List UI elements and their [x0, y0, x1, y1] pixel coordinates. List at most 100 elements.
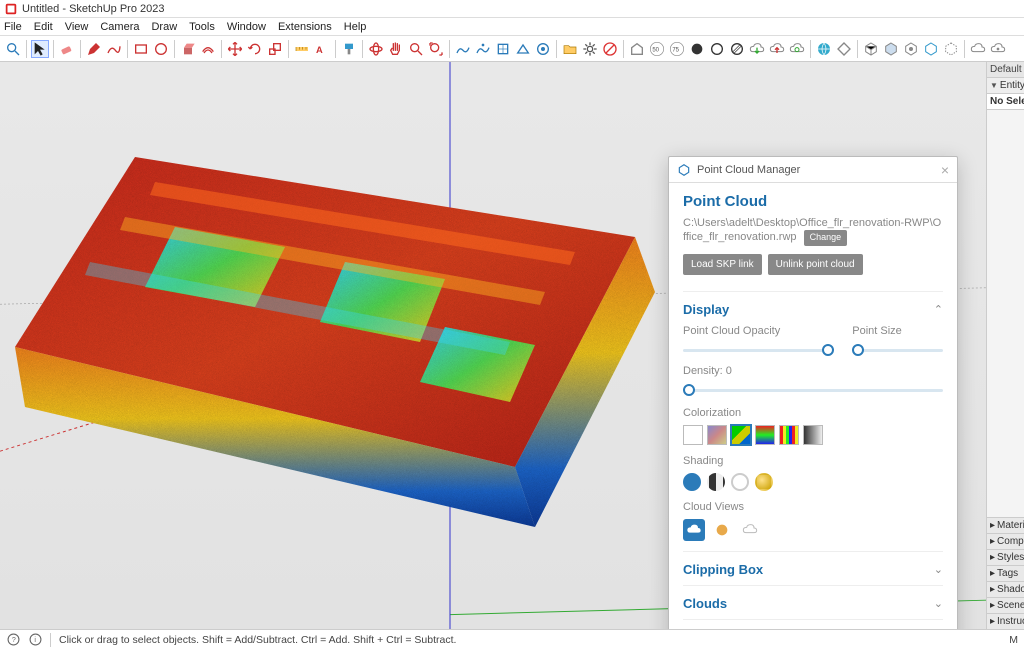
search-icon[interactable] [4, 40, 22, 58]
cloudview-sketch[interactable] [739, 519, 761, 541]
tray-item-instructor[interactable]: ▸Instructor [987, 613, 1024, 629]
cube3-icon[interactable] [902, 40, 920, 58]
shading-flat[interactable] [683, 473, 701, 491]
cube5-icon[interactable] [942, 40, 960, 58]
shading-half[interactable] [707, 473, 725, 491]
cube4-icon[interactable] [922, 40, 940, 58]
info-icon[interactable]: i [28, 633, 42, 647]
cloudview-globe[interactable] [711, 519, 733, 541]
move-icon[interactable] [226, 40, 244, 58]
no-icon[interactable] [601, 40, 619, 58]
cloud-sync-icon[interactable] [788, 40, 806, 58]
colorization-stripes[interactable] [779, 425, 799, 445]
select-tool-icon[interactable] [31, 40, 49, 58]
tray-item-materials[interactable]: ▸Materials [987, 517, 1024, 533]
pcm-path: C:\Users\adelt\Desktop\Office_flr_renova… [683, 216, 943, 246]
colorization-rgb[interactable] [707, 425, 727, 445]
cloudview-cloud[interactable] [683, 519, 705, 541]
globe-icon[interactable] [815, 40, 833, 58]
opacity-slider[interactable] [683, 343, 834, 357]
pencil-icon[interactable] [85, 40, 103, 58]
rectangle-icon[interactable] [132, 40, 150, 58]
shading-white[interactable] [731, 473, 749, 491]
cloud-dl-icon[interactable] [748, 40, 766, 58]
menu-window[interactable]: Window [227, 21, 266, 33]
paint-icon[interactable] [340, 40, 358, 58]
close-icon[interactable]: × [941, 162, 949, 178]
folder-icon[interactable] [561, 40, 579, 58]
density-slider[interactable] [683, 383, 943, 397]
unlink-button[interactable]: Unlink point cloud [768, 254, 863, 275]
section-clipping[interactable]: Clipping Box ⌄ [683, 551, 943, 585]
num50-icon[interactable]: 50 [648, 40, 666, 58]
num75-icon[interactable]: 75 [668, 40, 686, 58]
cloud-up-icon[interactable] [768, 40, 786, 58]
sandbox5-icon[interactable] [534, 40, 552, 58]
colorization-none[interactable] [683, 425, 703, 445]
tray-entity-info[interactable]: ▼Entity Info [987, 78, 1024, 94]
circ-icon[interactable] [708, 40, 726, 58]
orbit-icon[interactable] [367, 40, 385, 58]
svg-text:i: i [34, 637, 36, 644]
pcm-titlebar[interactable]: Point Cloud Manager × [669, 157, 957, 183]
tray-item-scenes[interactable]: ▸Scenes [987, 597, 1024, 613]
pointsize-slider[interactable] [852, 343, 943, 357]
colorization-intensity[interactable] [731, 425, 751, 445]
gear-icon[interactable] [581, 40, 599, 58]
cube2-icon[interactable] [882, 40, 900, 58]
rotate-icon[interactable] [246, 40, 264, 58]
sandbox1-icon[interactable] [454, 40, 472, 58]
sandbox3-icon[interactable] [494, 40, 512, 58]
cube1-icon[interactable] [862, 40, 880, 58]
tray-item-components[interactable]: ▸Components [987, 533, 1024, 549]
menu-edit[interactable]: Edit [34, 21, 53, 33]
hatch-icon[interactable] [728, 40, 746, 58]
tray-entity-label: Entity Info [1000, 80, 1024, 91]
menu-file[interactable]: File [4, 21, 22, 33]
pcm-heading: Point Cloud [683, 193, 943, 210]
pan-icon[interactable] [387, 40, 405, 58]
cloudviews-row [683, 519, 943, 541]
load-skp-button[interactable]: Load SKP link [683, 254, 762, 275]
shading-gold[interactable] [755, 473, 773, 491]
protractor-icon[interactable]: A [313, 40, 331, 58]
menu-draw[interactable]: Draw [151, 21, 177, 33]
menu-help[interactable]: Help [344, 21, 367, 33]
status-right: M [1009, 634, 1018, 646]
diamond-icon[interactable] [835, 40, 853, 58]
menu-extensions[interactable]: Extensions [278, 21, 332, 33]
tray-item-tags[interactable]: ▸Tags [987, 565, 1024, 581]
tape-icon[interactable] [293, 40, 311, 58]
blob-icon[interactable] [688, 40, 706, 58]
menu-camera[interactable]: Camera [100, 21, 139, 33]
viewport[interactable]: Point Cloud Manager × Point Cloud C:\Use… [0, 62, 986, 629]
cloudB-icon[interactable] [989, 40, 1007, 58]
section-display[interactable]: Display ⌃ [683, 291, 943, 325]
tray-title[interactable]: Default Tray [987, 62, 1024, 78]
cloudA-icon[interactable] [969, 40, 987, 58]
colorization-elevation[interactable] [755, 425, 775, 445]
change-button[interactable]: Change [804, 230, 848, 246]
circle-icon[interactable] [152, 40, 170, 58]
section-section[interactable]: Section ⌄ [683, 619, 943, 629]
zoom-icon[interactable] [407, 40, 425, 58]
scale-icon[interactable] [266, 40, 284, 58]
warehouse-icon[interactable] [628, 40, 646, 58]
help-icon[interactable]: ? [6, 633, 20, 647]
pcm-title-text: Point Cloud Manager [697, 164, 800, 176]
sandbox2-icon[interactable] [474, 40, 492, 58]
eraser-icon[interactable] [58, 40, 76, 58]
menu-view[interactable]: View [65, 21, 89, 33]
zoom-extents-icon[interactable] [427, 40, 445, 58]
freehand-icon[interactable] [105, 40, 123, 58]
tray-item-shadows[interactable]: ▸Shadows [987, 581, 1024, 597]
colorization-gray[interactable] [803, 425, 823, 445]
offset-icon[interactable] [199, 40, 217, 58]
section-clouds[interactable]: Clouds ⌄ [683, 585, 943, 619]
tray-item-styles[interactable]: ▸Styles [987, 549, 1024, 565]
main: Point Cloud Manager × Point Cloud C:\Use… [0, 62, 1024, 629]
sandbox4-icon[interactable] [514, 40, 532, 58]
pushpull-icon[interactable] [179, 40, 197, 58]
toolbar: A 50 75 [0, 36, 1024, 62]
menu-tools[interactable]: Tools [189, 21, 215, 33]
